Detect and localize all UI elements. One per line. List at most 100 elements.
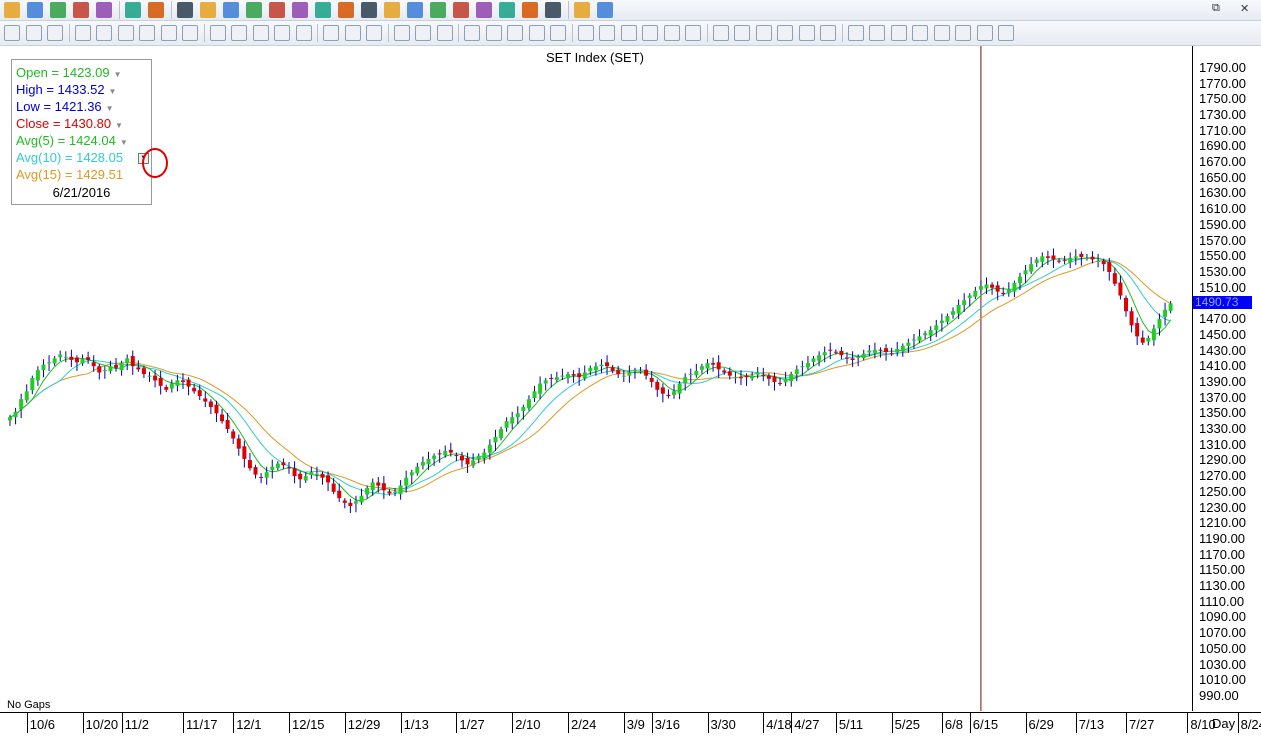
legend-avg5[interactable]: Avg(5) = 1424.04 ▼: [16, 133, 128, 148]
candle-body: [990, 284, 995, 288]
right-arrow-icon[interactable]: [182, 25, 198, 41]
text-tool-icon[interactable]: [847, 25, 864, 41]
save-icon[interactable]: [50, 2, 66, 18]
compress-horizontal-icon[interactable]: [139, 25, 155, 41]
price-chart[interactable]: [2, 46, 1192, 711]
price-tick-label: 1110.00: [1199, 593, 1245, 609]
bar-type-icon[interactable]: [415, 25, 431, 41]
print-icon[interactable]: [96, 2, 112, 18]
left-arrow-icon[interactable]: [160, 25, 177, 41]
screener-icon[interactable]: [453, 2, 469, 18]
legend-high[interactable]: High = 1433.52 ▼: [16, 82, 116, 97]
chart-bars-icon[interactable]: [200, 2, 216, 18]
legend-low[interactable]: Low = 1421.36 ▼: [16, 99, 114, 114]
line-tool-icon[interactable]: [734, 25, 750, 41]
news-icon[interactable]: [315, 2, 331, 18]
properties-icon[interactable]: [685, 25, 701, 41]
favorites-star-icon[interactable]: [125, 2, 141, 18]
curve-icon[interactable]: [344, 25, 361, 41]
rectangle-icon[interactable]: [890, 25, 907, 41]
candle-body: [499, 429, 504, 439]
copy-icon[interactable]: [642, 25, 658, 41]
price-tick-label: 1410.00: [1199, 358, 1246, 374]
scanner-icon[interactable]: [476, 2, 492, 18]
close-tool-icon[interactable]: [976, 25, 993, 41]
time-axis[interactable]: 10/6 10/20 11/2 11/17 12/1 12/15 12/29 1/13 1/27…: [0, 712, 1261, 738]
price-axis[interactable]: 990.00 1010.00 1030.00 1050.00 1070.00 1090.0…: [1193, 46, 1261, 711]
expand-vertical-icon[interactable]: [231, 25, 247, 41]
pin-icon[interactable]: [998, 25, 1014, 41]
line-chart-icon[interactable]: [323, 25, 339, 41]
overlay-icon[interactable]: [464, 25, 480, 41]
compare-icon[interactable]: [528, 25, 545, 41]
drawing-icon[interactable]: [550, 25, 566, 41]
chart-icon[interactable]: [292, 2, 308, 18]
triangle-icon[interactable]: [912, 25, 928, 41]
candle-body: [471, 460, 476, 466]
chart-area[interactable]: [2, 46, 1193, 711]
candle-body: [811, 358, 816, 362]
home-icon[interactable]: [74, 25, 91, 41]
legend-open[interactable]: Open = 1423.09 ▼: [16, 65, 122, 80]
new-icon[interactable]: [4, 2, 20, 18]
candle-body: [889, 353, 894, 355]
legend-avg10[interactable]: Avg(10) = 1428.05: [16, 150, 123, 165]
legend-avg15[interactable]: Avg(15) = 1429.51: [16, 167, 123, 182]
erase-icon[interactable]: [955, 25, 971, 41]
window-restore-button[interactable]: ⧉: [1212, 2, 1220, 15]
candle-body: [610, 367, 615, 371]
quote-icon[interactable]: [246, 2, 262, 18]
open-icon[interactable]: [27, 2, 43, 18]
restore-icon[interactable]: [620, 25, 637, 41]
text2-icon[interactable]: [209, 25, 226, 41]
save-all-icon[interactable]: [73, 2, 89, 18]
list-icon[interactable]: [223, 2, 239, 18]
options-icon[interactable]: [384, 2, 400, 18]
workspace-icon[interactable]: [177, 2, 193, 18]
zoom-icon[interactable]: [47, 25, 63, 41]
money-icon[interactable]: [545, 2, 561, 18]
bell-icon[interactable]: [522, 2, 538, 18]
callout-icon[interactable]: [869, 25, 885, 41]
pointer-icon[interactable]: [712, 25, 729, 41]
candle-body: [1068, 257, 1073, 263]
help-icon[interactable]: [597, 2, 613, 18]
ellipse-icon[interactable]: [933, 25, 950, 41]
period-label[interactable]: Day: [1212, 716, 1235, 731]
minus-icon[interactable]: [599, 25, 615, 41]
report-icon[interactable]: [361, 2, 377, 18]
time-tick-label: 6/8: [944, 717, 963, 732]
template-icon[interactable]: [507, 25, 523, 41]
sectors-icon[interactable]: [269, 2, 285, 18]
tick-icon[interactable]: [499, 2, 515, 18]
watchlist-icon[interactable]: [430, 2, 446, 18]
layout-icon[interactable]: [148, 2, 164, 18]
window-icon[interactable]: [574, 2, 590, 18]
up-arrow-icon[interactable]: [274, 25, 290, 41]
price-tick-label: 1130.00: [1199, 578, 1246, 594]
calendar-icon[interactable]: [338, 2, 354, 18]
channel-icon[interactable]: [798, 25, 815, 41]
candle-body: [192, 387, 197, 392]
delete-icon[interactable]: [577, 25, 594, 41]
expand-horizontal-icon[interactable]: [117, 25, 134, 41]
legend-close[interactable]: Close = 1430.80 ▼: [16, 116, 123, 131]
clock-icon[interactable]: [393, 25, 410, 41]
paste-icon[interactable]: [663, 25, 680, 41]
price-tick-label: 1030.00: [1199, 656, 1246, 672]
indicator-icon[interactable]: [436, 25, 453, 41]
down-arrow-icon[interactable]: [295, 25, 312, 41]
trend-line-icon[interactable]: [777, 25, 793, 41]
study-icon[interactable]: [485, 25, 502, 41]
compress-vertical-icon[interactable]: [252, 25, 269, 41]
candle-body: [526, 399, 531, 409]
plus-icon[interactable]: [4, 25, 20, 41]
window-close-button[interactable]: ✕: [1240, 2, 1249, 15]
text-icon[interactable]: [96, 25, 112, 41]
percent-icon[interactable]: [366, 25, 382, 41]
horizontal-line-icon[interactable]: [755, 25, 772, 41]
layout2-icon[interactable]: [25, 25, 42, 41]
candle-body: [309, 472, 314, 475]
alert-icon[interactable]: [407, 2, 423, 18]
fib-icon[interactable]: [820, 25, 836, 41]
